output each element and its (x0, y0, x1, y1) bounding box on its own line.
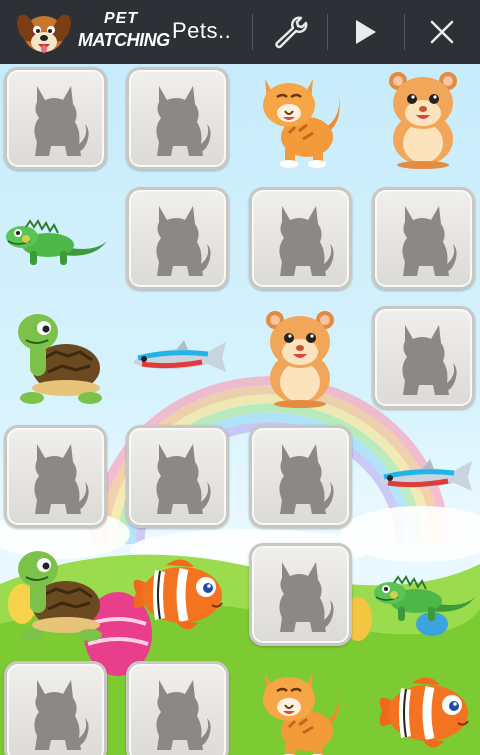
cat-silhouette-icon (143, 80, 213, 160)
revealed-card-clownfish[interactable] (126, 543, 229, 646)
revealed-card-neon-fish[interactable] (126, 306, 229, 409)
cat-silhouette-icon (143, 674, 213, 754)
clownfish-icon (372, 661, 475, 755)
cat-silhouette-icon (21, 674, 91, 754)
hidden-card[interactable] (126, 187, 229, 290)
iguana-icon (372, 543, 475, 646)
logo-text-pet: PET (104, 10, 139, 27)
revealed-card-iguana[interactable] (372, 543, 475, 646)
cat-silhouette-icon (266, 200, 336, 280)
cat-silhouette-icon (266, 438, 336, 518)
revealed-card-cat[interactable] (249, 67, 352, 170)
close-button[interactable] (405, 0, 479, 64)
hidden-card[interactable] (249, 543, 352, 646)
hidden-card[interactable] (372, 187, 475, 290)
hidden-card[interactable] (126, 67, 229, 170)
cat-silhouette-icon (21, 438, 91, 518)
neon-fish-icon (126, 306, 229, 409)
iguana-icon (4, 187, 107, 290)
revealed-card-hamster[interactable] (249, 306, 352, 409)
revealed-card-turtle[interactable] (4, 543, 107, 646)
settings-button[interactable] (253, 0, 327, 64)
revealed-card-turtle[interactable] (4, 306, 107, 409)
clownfish-icon (126, 543, 229, 646)
app-logo: PET MATCHING (0, 0, 170, 64)
cat-silhouette-icon (143, 438, 213, 518)
hidden-card[interactable] (4, 425, 107, 528)
cat-silhouette-icon (266, 556, 336, 636)
hidden-card[interactable] (249, 187, 352, 290)
card-grid (0, 64, 480, 755)
revealed-card-neon-fish[interactable] (372, 425, 475, 528)
revealed-card-hamster[interactable] (372, 67, 475, 170)
category-title[interactable]: Pets.. (172, 18, 250, 44)
cat-silhouette-icon (389, 319, 459, 399)
play-button[interactable] (328, 0, 402, 64)
game-board (0, 64, 480, 755)
hidden-card[interactable] (249, 425, 352, 528)
revealed-card-iguana[interactable] (4, 187, 107, 290)
wrench-icon (275, 16, 308, 49)
cat-silhouette-icon (389, 200, 459, 280)
cat-silhouette-icon (143, 200, 213, 280)
hamster-icon (249, 306, 352, 409)
cat-silhouette-icon (21, 80, 91, 160)
turtle-icon (4, 306, 107, 409)
action-bar: PET MATCHING Pets.. (0, 0, 480, 64)
cat-icon (249, 661, 352, 755)
hamster-icon (372, 67, 475, 170)
revealed-card-clownfish[interactable] (372, 661, 475, 755)
close-icon (430, 20, 454, 44)
hidden-card[interactable] (126, 425, 229, 528)
hidden-card[interactable] (372, 306, 475, 409)
hidden-card[interactable] (126, 661, 229, 755)
turtle-icon (4, 543, 107, 646)
neon-fish-icon (372, 425, 475, 528)
revealed-card-cat[interactable] (249, 661, 352, 755)
dog-logo-icon (17, 14, 71, 53)
cat-icon (249, 67, 352, 170)
play-icon (356, 20, 376, 44)
hidden-card[interactable] (4, 67, 107, 170)
hidden-card[interactable] (4, 661, 107, 755)
logo-text-matching: MATCHING (78, 30, 170, 50)
